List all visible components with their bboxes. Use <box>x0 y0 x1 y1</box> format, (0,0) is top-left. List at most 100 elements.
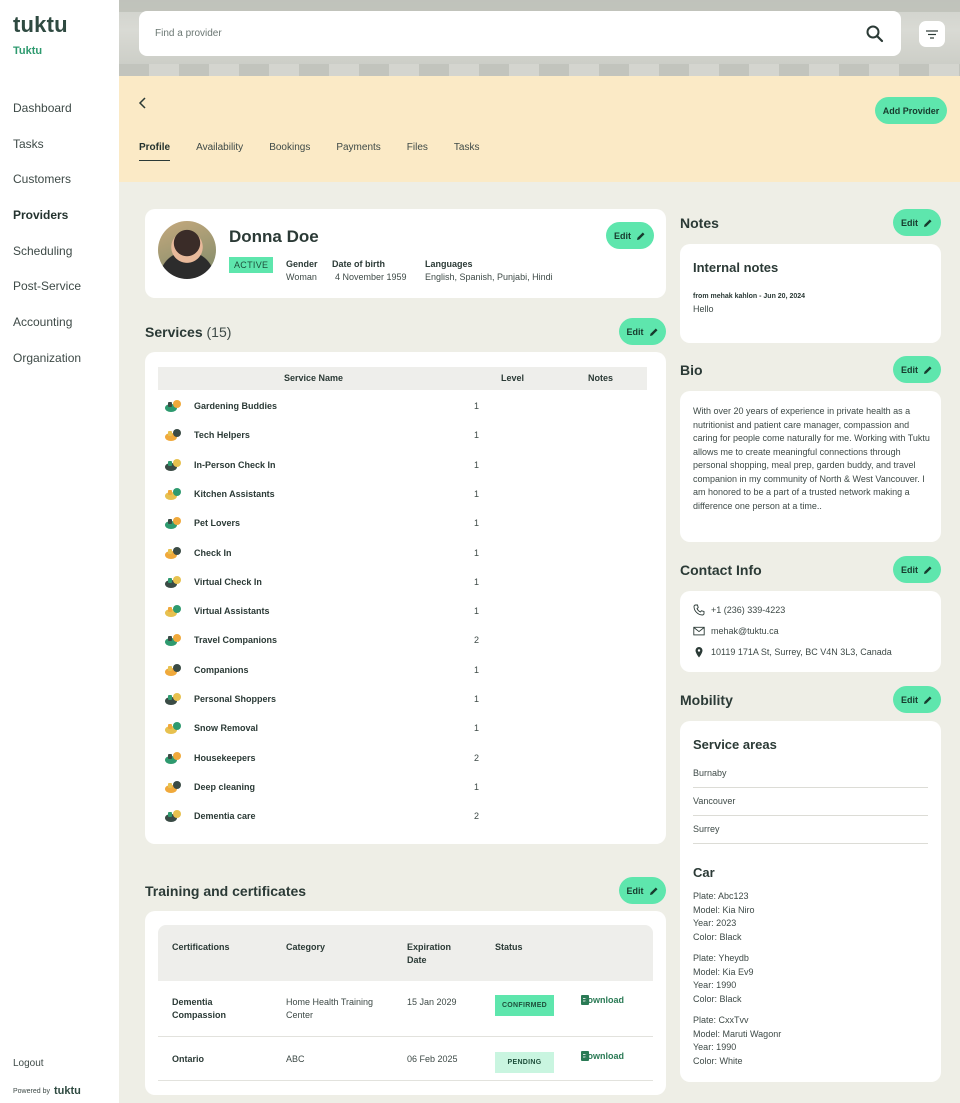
car-color: Color: Black <box>693 993 742 1004</box>
service-level: 1 <box>474 459 480 470</box>
car-model: Model: Maruti Wagonr <box>693 1028 782 1039</box>
search-input[interactable]: Find a provider <box>155 28 865 39</box>
tab-profile[interactable]: Profile <box>139 142 171 161</box>
service-level: 1 <box>474 488 480 499</box>
profile-card: Donna Doe ACTIVE Gender Woman Date of bi… <box>145 209 666 298</box>
download-link[interactable]: Download <box>581 995 624 1005</box>
chat-icon <box>165 575 181 588</box>
service-level: 1 <box>474 547 480 558</box>
service-level: 2 <box>474 635 480 646</box>
dob-field: Date of birth 4 November 1959 <box>332 258 407 284</box>
edit-notes-button[interactable]: Edit <box>893 209 941 236</box>
filter-button[interactable] <box>919 21 945 47</box>
service-level: 1 <box>474 723 480 734</box>
tab-payments[interactable]: Payments <box>336 142 380 161</box>
bio-text: With over 20 years of experience in priv… <box>693 406 930 511</box>
sidebar-item-post-service[interactable]: Post-Service <box>13 278 81 314</box>
notes-card: Internal notes from mehak kahlon - Jun 2… <box>680 244 941 343</box>
table-row: Gardening Buddies 1 <box>164 397 479 415</box>
table-row: Dementia care 2 <box>164 807 479 825</box>
car-plate: Plate: CxxTvv <box>693 1015 749 1025</box>
edit-training-button[interactable]: Edit <box>619 877 666 904</box>
handshake-icon <box>165 546 181 559</box>
service-name: Deep cleaning <box>194 781 256 792</box>
gender-value: Woman <box>286 272 317 282</box>
filter-icon <box>926 29 938 39</box>
sidebar-item-providers[interactable]: Providers <box>13 207 81 243</box>
edit-contact-button[interactable]: Edit <box>893 556 941 583</box>
car-year: Year: 1990 <box>693 980 737 990</box>
edit-label: Edit <box>614 230 631 241</box>
tuktu-logo[interactable]: tuktu <box>13 12 68 38</box>
edit-bio-button[interactable]: Edit <box>893 356 941 383</box>
edit-services-button[interactable]: Edit <box>619 318 666 345</box>
training-title: Training and certificates <box>145 883 307 899</box>
service-area-item: Vancouver <box>693 788 928 816</box>
table-row: In-Person Check In 1 <box>164 456 479 474</box>
service-name: Snow Removal <box>194 723 259 734</box>
cert-expiration: 06 Feb 2025 <box>407 1054 458 1064</box>
email-row: mehak@tuktu.ca <box>693 625 779 637</box>
sidebar-item-tasks[interactable]: Tasks <box>13 136 81 172</box>
download-link[interactable]: Download <box>581 1051 624 1061</box>
sidebar-item-accounting[interactable]: Accounting <box>13 314 81 350</box>
dob-label: Date of birth <box>332 259 385 269</box>
col-notes: Notes <box>588 373 614 383</box>
provider-tabs: Profile Availability Bookings Payments F… <box>139 142 505 161</box>
back-arrow-icon[interactable] <box>137 96 149 110</box>
avatar <box>158 221 216 279</box>
search-bar[interactable]: Find a provider <box>139 11 901 56</box>
sidebar-item-organization[interactable]: Organization <box>13 350 81 386</box>
pencil-icon <box>649 328 657 336</box>
service-level: 1 <box>474 430 480 441</box>
sidebar-item-dashboard[interactable]: Dashboard <box>13 100 81 136</box>
service-level: 1 <box>474 781 480 792</box>
search-icon[interactable] <box>865 24 885 44</box>
table-row: Pet Lovers 1 <box>164 514 479 532</box>
service-areas-title: Service areas <box>693 737 777 752</box>
table-row: Check In 1 <box>164 544 479 562</box>
phone-icon <box>693 604 705 616</box>
status-badge-confirmed: CONFIRMED <box>495 995 554 1016</box>
col-expiration: Expiration Date <box>407 942 452 965</box>
car-item: Plate: Abc123 Model: Kia Niro Year: 2023… <box>693 890 755 944</box>
service-name: Gardening Buddies <box>194 401 278 411</box>
car-plate: Plate: Abc123 <box>693 891 749 901</box>
table-row: Travel Companions 2 <box>164 631 479 649</box>
edit-mobility-button[interactable]: Edit <box>893 686 941 713</box>
car-model: Model: Kia Ev9 <box>693 966 754 977</box>
add-provider-button[interactable]: Add Provider <box>875 97 947 124</box>
sidebar-item-customers[interactable]: Customers <box>13 171 81 207</box>
status-badge: ACTIVE <box>229 257 274 273</box>
tab-files[interactable]: Files <box>407 142 428 161</box>
edit-label: Edit <box>901 564 918 575</box>
bio-card: With over 20 years of experience in priv… <box>680 391 941 542</box>
languages-value: English, Spanish, Punjabi, Hindi <box>425 272 553 282</box>
cert-name: Dementia Compassion <box>172 997 227 1020</box>
tab-bookings[interactable]: Bookings <box>269 142 310 161</box>
note-meta: from mehak kahlon - Jun 20, 2024 <box>693 293 806 300</box>
service-name: Check In <box>194 547 232 558</box>
table-row: Virtual Assistants 1 <box>164 602 479 620</box>
edit-label: Edit <box>901 694 918 705</box>
mobility-card: Service areas Burnaby Vancouver Surrey C… <box>680 721 941 1082</box>
header-banner: Find a provider <box>119 0 960 76</box>
phone-number[interactable]: +1 (236) 339-4223 <box>711 605 785 615</box>
edit-profile-button[interactable]: Edit <box>606 222 654 249</box>
edit-label: Edit <box>626 885 644 896</box>
contact-card: +1 (236) 339-4223 mehak@tuktu.ca 10119 1… <box>680 591 941 672</box>
bio-title: Bio <box>680 362 703 378</box>
logout-link[interactable]: Logout <box>13 1058 44 1069</box>
sidebar-item-scheduling[interactable]: Scheduling <box>13 243 81 279</box>
email-address[interactable]: mehak@tuktu.ca <box>711 626 779 636</box>
col-status: Status <box>495 942 523 952</box>
service-name: Tech Helpers <box>194 430 250 441</box>
tab-tasks[interactable]: Tasks <box>454 142 480 161</box>
internal-notes-title: Internal notes <box>693 260 779 275</box>
shovel-icon <box>165 722 181 735</box>
laptop-icon <box>165 429 181 442</box>
tab-availability[interactable]: Availability <box>196 142 243 161</box>
table-row: Snow Removal 1 <box>164 719 479 737</box>
pencil-icon <box>924 366 932 374</box>
car-year: Year: 1990 <box>693 1042 737 1052</box>
